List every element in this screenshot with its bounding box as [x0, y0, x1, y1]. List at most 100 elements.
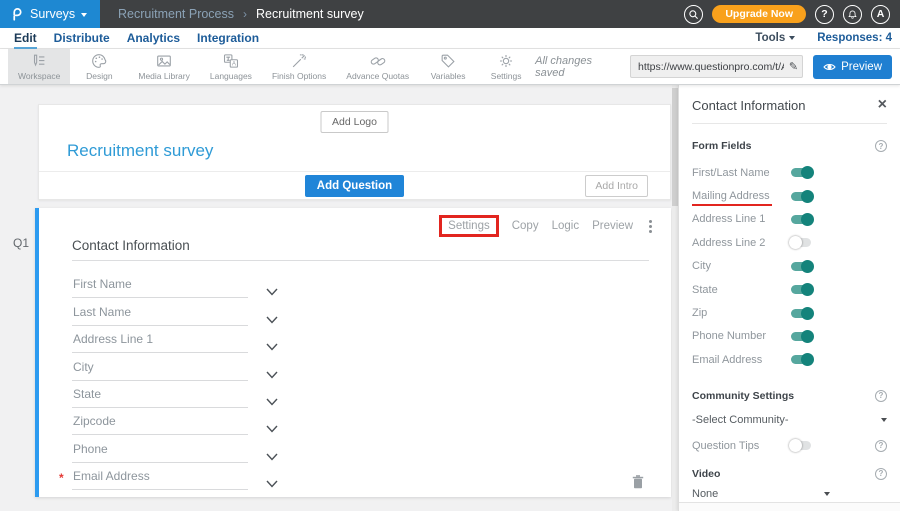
chevron-down-icon[interactable]	[266, 448, 278, 456]
add-intro-button[interactable]: Add Intro	[585, 175, 648, 197]
tab-distribute[interactable]: Distribute	[54, 28, 110, 48]
field-label: Zipcode	[73, 414, 116, 428]
kebab-menu-icon[interactable]	[649, 225, 652, 228]
toggle-on[interactable]	[791, 332, 811, 341]
add-question-button[interactable]: Add Question	[305, 175, 404, 197]
question-tips-toggle[interactable]	[791, 441, 811, 450]
community-select[interactable]: -Select Community-	[692, 408, 887, 432]
field-label: City	[73, 360, 94, 374]
form-field-toggle-list: First/Last Name Mailing Address Address Li…	[692, 161, 887, 372]
video-heading-label: Video	[692, 468, 720, 480]
avatar[interactable]: A	[871, 5, 890, 24]
trash-icon	[631, 474, 645, 489]
question-tips-label: Question Tips	[692, 440, 759, 452]
toggle-label: Mailing Address	[692, 190, 770, 202]
toggle-on[interactable]	[791, 168, 811, 177]
question-action-logic[interactable]: Logic	[552, 220, 580, 232]
chevron-down-icon	[81, 13, 87, 17]
delete-question-button[interactable]	[631, 474, 645, 489]
breadcrumb-folder[interactable]: Recruitment Process	[118, 7, 234, 21]
question-card: Settings Copy Logic Preview Contact Informa…	[35, 208, 671, 497]
close-icon[interactable]: ×	[878, 97, 887, 113]
help-icon[interactable]: ?	[875, 390, 887, 402]
chevron-down-icon[interactable]	[266, 311, 278, 319]
panel-title: Contact Information	[692, 98, 805, 113]
help-button[interactable]: ?	[815, 5, 834, 24]
help-icon[interactable]: ?	[875, 140, 887, 152]
eye-icon	[823, 62, 836, 72]
survey-title[interactable]: Recruitment survey	[67, 141, 213, 161]
product-switcher[interactable]: Surveys	[0, 0, 100, 28]
bell-icon	[847, 9, 858, 20]
edit-toolbar: WorkspaceDesign Media Library ALanguages Fi…	[0, 49, 900, 85]
tab-list: Edit Distribute Analytics Integration	[14, 28, 259, 48]
upgrade-now-button[interactable]: Upgrade Now	[712, 5, 806, 23]
toggle-on[interactable]	[791, 192, 811, 201]
tools-menu-label: Tools	[755, 32, 785, 44]
toggle-off[interactable]	[791, 238, 811, 247]
video-section-heading: Video ?	[692, 468, 887, 480]
responses-link[interactable]: Responses: 4	[817, 32, 892, 44]
survey-url-box: ✎	[630, 55, 803, 78]
chevron-down-icon	[881, 418, 887, 422]
toggle-on[interactable]	[791, 355, 811, 364]
toolbar-item-media-library[interactable]: Media Library	[128, 49, 200, 84]
chevron-down-icon[interactable]	[266, 366, 278, 374]
toggle-label: Email Address	[692, 354, 762, 366]
toolbar-item-variables[interactable]: Variables	[419, 49, 477, 84]
toggle-label: Address Line 2	[692, 237, 765, 249]
tab-edit[interactable]: Edit	[14, 29, 37, 49]
question-action-copy[interactable]: Copy	[512, 220, 539, 232]
field-row-first-name: First Name	[72, 271, 248, 298]
question-title[interactable]: Contact Information	[72, 238, 190, 253]
toolbar-item-label: Finish Options	[272, 71, 326, 81]
field-row-zipcode: Zipcode	[72, 408, 248, 435]
toggle-on[interactable]	[791, 309, 811, 318]
toggle-row-email-address: Email Address	[692, 348, 887, 371]
tabbar-right: Tools Responses: 4	[755, 32, 900, 44]
tab-analytics[interactable]: Analytics	[127, 28, 180, 48]
notifications-button[interactable]	[843, 5, 862, 24]
chevron-down-icon[interactable]	[266, 475, 278, 483]
tab-integration[interactable]: Integration	[197, 28, 259, 48]
toolbar-item-label: Media Library	[138, 71, 190, 81]
question-action-preview[interactable]: Preview	[592, 220, 633, 232]
question-number-label: Q1	[13, 236, 29, 250]
toolbar-item-finish-options[interactable]: Finish Options	[262, 49, 336, 84]
help-icon[interactable]: ?	[875, 468, 887, 480]
form-fields-heading-label: Form Fields	[692, 140, 752, 152]
toolbar-item-advance-quotas[interactable]: Advance Quotas	[336, 49, 419, 84]
edit-url-icon[interactable]: ✎	[789, 60, 798, 73]
field-label: Last Name	[73, 305, 131, 319]
toolbar-item-workspace[interactable]: Workspace	[8, 49, 70, 84]
community-select-value: -Select Community-	[692, 414, 789, 426]
chevron-down-icon[interactable]	[266, 283, 278, 291]
divider	[72, 260, 649, 261]
chevron-down-icon[interactable]	[266, 338, 278, 346]
toggle-row-first-last-name: First/Last Name	[692, 161, 887, 184]
preview-button[interactable]: Preview	[813, 55, 892, 79]
toggle-on[interactable]	[791, 215, 811, 224]
toolbar-item-settings[interactable]: Settings	[477, 49, 535, 84]
question-action-settings[interactable]: Settings	[439, 215, 499, 237]
field-label: Address Line 1	[73, 332, 153, 346]
search-button[interactable]	[684, 5, 703, 24]
workspace-icon	[30, 52, 48, 70]
field-row-last-name: Last Name	[72, 298, 248, 325]
chevron-down-icon[interactable]	[266, 393, 278, 401]
help-icon[interactable]: ?	[875, 440, 887, 452]
field-row-address-line-1: Address Line 1	[72, 326, 248, 353]
media-library-icon	[155, 52, 173, 70]
survey-editor-area: Add Logo Recruitment survey Add Question…	[0, 85, 678, 511]
tools-menu[interactable]: Tools	[755, 32, 795, 44]
breadcrumb-separator: ›	[243, 7, 247, 21]
survey-url-input[interactable]	[631, 61, 802, 73]
chevron-down-icon[interactable]	[266, 420, 278, 428]
toolbar-item-languages[interactable]: ALanguages	[200, 49, 262, 84]
field-label: Email Address	[73, 469, 150, 483]
toggle-on[interactable]	[791, 285, 811, 294]
toggle-on[interactable]	[791, 262, 811, 271]
add-logo-button[interactable]: Add Logo	[320, 111, 389, 133]
toolbar-item-design[interactable]: Design	[70, 49, 128, 84]
product-switcher-label: Surveys	[30, 7, 75, 21]
